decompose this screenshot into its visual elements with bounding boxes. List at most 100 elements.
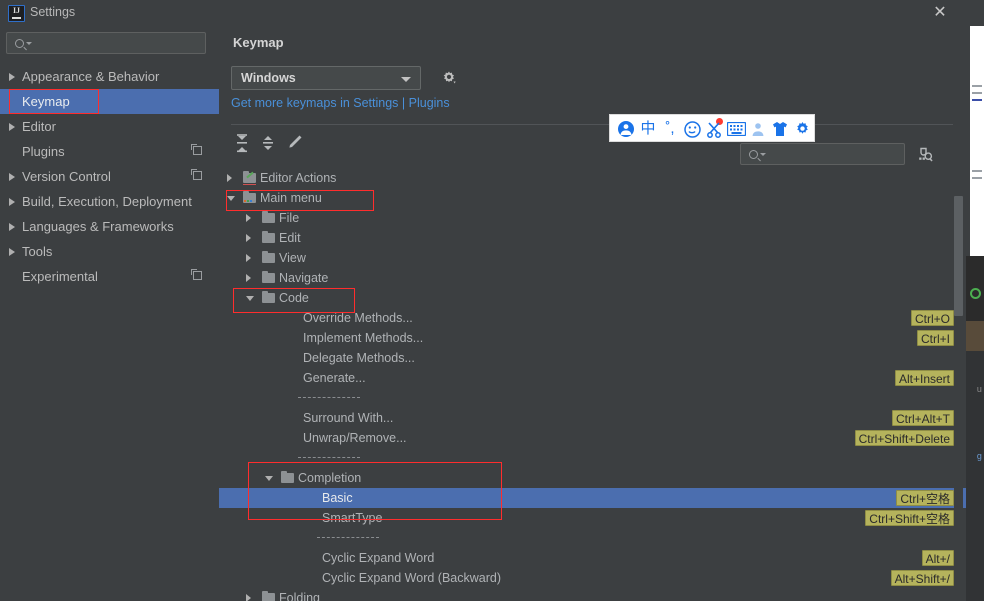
- tree-row[interactable]: Unwrap/Remove... Ctrl+Shift+Delete: [219, 428, 966, 448]
- sidebar-item-tools[interactable]: Tools: [0, 239, 219, 264]
- get-more-keymaps-link[interactable]: Get more keymaps in Settings | Plugins: [231, 96, 450, 110]
- tree-separator: [219, 448, 966, 468]
- tree-row-label: Code: [279, 291, 309, 305]
- sidebar-item-languages-frameworks[interactable]: Languages & Frameworks: [0, 214, 219, 239]
- duplicate-icon[interactable]: [191, 144, 202, 155]
- chevron-right-icon[interactable]: [246, 234, 251, 242]
- chevron-down-icon: [760, 153, 766, 156]
- tree-row-label: File: [279, 211, 300, 225]
- chevron-right-icon[interactable]: [9, 173, 15, 181]
- sidebar-item-label: Editor: [22, 119, 56, 134]
- expand-all-icon[interactable]: [229, 130, 255, 156]
- chevron-down-icon[interactable]: [227, 196, 235, 201]
- chevron-right-icon[interactable]: [9, 248, 15, 256]
- emoji-icon[interactable]: [682, 119, 702, 139]
- tree-row[interactable]: Folding: [219, 588, 966, 601]
- title-bar: IJ Settings ✕: [0, 0, 966, 26]
- chevron-right-icon[interactable]: [9, 123, 15, 131]
- tree-row-label: Edit: [279, 231, 301, 245]
- tree-row[interactable]: Main menu: [219, 188, 966, 208]
- sidebar-item-build-execution-deployment[interactable]: Build, Execution, Deployment: [0, 189, 219, 214]
- ime-floating-toolbar[interactable]: 中 ˚,: [609, 114, 815, 142]
- settings-icon[interactable]: [792, 119, 812, 139]
- chevron-right-icon[interactable]: [246, 594, 251, 601]
- main-menu-icon: [243, 190, 256, 203]
- tree-row-label: Basic: [322, 491, 353, 505]
- tree-row-label: Editor Actions: [260, 171, 337, 185]
- sidebar-item-experimental[interactable]: Experimental: [0, 264, 219, 289]
- tree-row[interactable]: SmartType Ctrl+Shift+空格: [219, 508, 966, 528]
- keyboard-icon[interactable]: [726, 119, 746, 139]
- tree-row[interactable]: View: [219, 248, 966, 268]
- chevron-right-icon[interactable]: [246, 274, 251, 282]
- tree-row[interactable]: Cyclic Expand Word Alt+/: [219, 548, 966, 568]
- folder-icon: [262, 270, 275, 283]
- gear-icon[interactable]: [441, 70, 458, 87]
- sidebar-item-plugins[interactable]: Plugins: [0, 139, 219, 164]
- background-text-line: [972, 85, 982, 87]
- tree-row-label: Completion: [298, 471, 362, 485]
- tree-row[interactable]: Editor Actions: [219, 168, 966, 188]
- chevron-down-icon[interactable]: [265, 476, 273, 481]
- sidebar-item-editor[interactable]: Editor: [0, 114, 219, 139]
- tree-row[interactable]: Generate... Alt+Insert: [219, 368, 966, 388]
- sidebar-item-label: Tools: [22, 244, 53, 259]
- chinese-mode-icon[interactable]: 中: [638, 119, 658, 139]
- duplicate-icon[interactable]: [191, 269, 202, 280]
- chevron-right-icon[interactable]: [246, 214, 251, 222]
- sogou-logo-icon[interactable]: [616, 119, 636, 139]
- tree-row[interactable]: File: [219, 208, 966, 228]
- chevron-right-icon[interactable]: [9, 198, 15, 206]
- intellij-logo-icon: IJ: [8, 5, 25, 22]
- tree-separator: [219, 388, 966, 408]
- skin-icon[interactable]: [770, 119, 790, 139]
- tree-scrollbar[interactable]: [954, 168, 963, 601]
- tree-row[interactable]: Edit: [219, 228, 966, 248]
- tree-row[interactable]: Code: [219, 288, 966, 308]
- find-shortcut-icon[interactable]: [916, 145, 934, 163]
- chevron-right-icon[interactable]: [246, 254, 251, 262]
- tree-row-label: Surround With...: [303, 411, 394, 425]
- tree-row-label: Cyclic Expand Word: [322, 551, 435, 565]
- chevron-down-icon[interactable]: [246, 296, 254, 301]
- tree-row-label: Delegate Methods...: [303, 351, 415, 365]
- tree-row[interactable]: Basic Ctrl+空格: [219, 488, 966, 508]
- punctuation-icon[interactable]: ˚,: [660, 119, 680, 139]
- sidebar-item-label: Appearance & Behavior: [22, 69, 160, 84]
- sidebar-search-input[interactable]: [6, 32, 206, 54]
- tree-row-label: Main menu: [260, 191, 322, 205]
- scrollbar-thumb[interactable]: [954, 196, 963, 316]
- collapse-all-icon[interactable]: [255, 130, 281, 156]
- tree-row[interactable]: Completion: [219, 468, 966, 488]
- sidebar-item-version-control[interactable]: Version Control: [0, 164, 219, 189]
- chevron-right-icon[interactable]: [227, 174, 232, 182]
- tree-row[interactable]: Navigate: [219, 268, 966, 288]
- keymap-panel: Keymap Windows Get more keymaps in Setti…: [219, 26, 966, 601]
- tree-row[interactable]: Cyclic Expand Word (Backward) Alt+Shift+/: [219, 568, 966, 588]
- tree-search-input[interactable]: [740, 143, 905, 165]
- tree-row[interactable]: Surround With... Ctrl+Alt+T: [219, 408, 966, 428]
- sidebar-item-keymap[interactable]: Keymap: [0, 89, 219, 114]
- keymap-select-value: Windows: [241, 71, 296, 85]
- window-title: Settings: [30, 5, 76, 19]
- settings-dialog-screen: u g IJ Settings ✕ Appearance & Behavior K…: [0, 0, 984, 601]
- user-icon[interactable]: [748, 119, 768, 139]
- background-ide-strip: u g: [964, 0, 984, 601]
- chevron-right-icon[interactable]: [9, 73, 15, 81]
- edit-shortcut-icon[interactable]: [281, 130, 307, 156]
- tree-row[interactable]: Delegate Methods...: [219, 348, 966, 368]
- settings-window: IJ Settings ✕ Appearance & Behavior Keyma…: [0, 0, 966, 601]
- tree-row[interactable]: Implement Methods... Ctrl+I: [219, 328, 966, 348]
- tree-row-label: View: [279, 251, 306, 265]
- tree-row[interactable]: Override Methods... Ctrl+O: [219, 308, 966, 328]
- tree-separator: [219, 528, 966, 548]
- close-icon[interactable]: ✕: [920, 0, 960, 26]
- duplicate-icon[interactable]: [191, 169, 202, 180]
- keymap-tree[interactable]: Editor Actions Main menu File Edit View Navig…: [219, 168, 966, 601]
- sidebar-item-label: Experimental: [22, 269, 98, 284]
- chevron-right-icon[interactable]: [9, 223, 15, 231]
- tree-row-label: Implement Methods...: [303, 331, 424, 345]
- keymap-select[interactable]: Windows: [231, 66, 421, 90]
- sidebar-item-appearance-behavior[interactable]: Appearance & Behavior: [0, 64, 219, 89]
- scissors-icon[interactable]: [704, 119, 724, 139]
